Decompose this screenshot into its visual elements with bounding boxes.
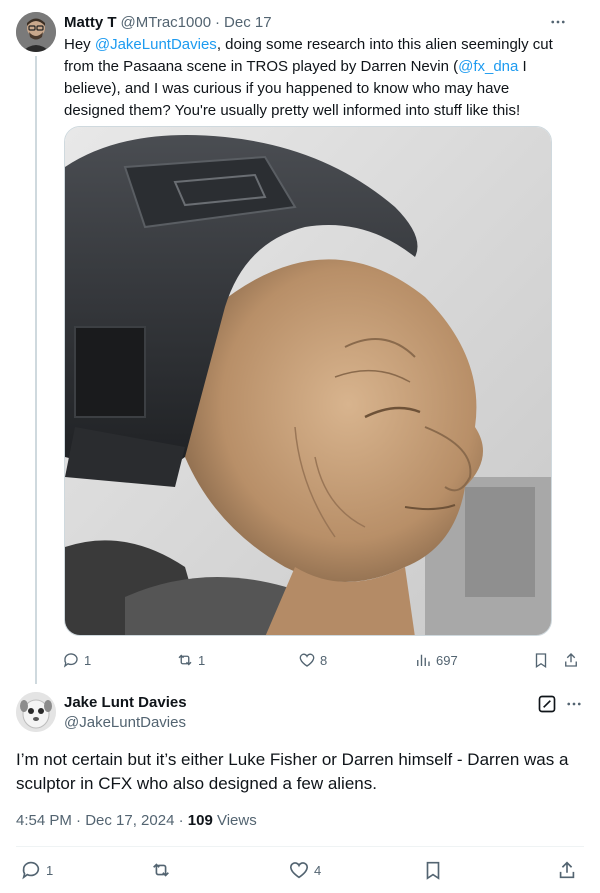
share-button[interactable] [562, 648, 580, 672]
tweet-timestamp[interactable]: 4:54 PM · Dec 17, 2024 · [16, 812, 188, 829]
author-handle[interactable]: @MTrac1000 [121, 14, 212, 31]
more-icon[interactable] [548, 12, 568, 32]
repost-icon [153, 863, 169, 877]
like-button[interactable]: 8 [298, 648, 327, 672]
tweet-action-bar: 1 4 [16, 858, 584, 884]
divider [16, 846, 584, 847]
share-icon [559, 861, 575, 879]
like-icon [289, 862, 309, 879]
reply-icon [63, 653, 78, 668]
views-button[interactable]: 697 [414, 648, 458, 672]
share-button[interactable] [556, 858, 578, 882]
reply-icon [22, 861, 40, 880]
grok-icon[interactable] [537, 694, 557, 714]
mention-link[interactable]: @fx_dna [458, 58, 518, 75]
tweet-photo[interactable] [64, 126, 552, 636]
thread-connector-line [35, 56, 37, 684]
avatar[interactable] [16, 12, 56, 52]
tweet-header: Matty T @MTrac1000 · Dec 17 [64, 12, 584, 32]
tweet-text: Hey @JakeLuntDavies, doing some research… [64, 34, 564, 122]
bookmark-button[interactable] [532, 648, 550, 672]
bookmark-button[interactable] [422, 858, 444, 882]
like-count: 4 [314, 862, 322, 878]
views-count: 109 [187, 812, 213, 829]
more-icon[interactable] [564, 694, 584, 714]
repost-button[interactable]: 1 [176, 648, 205, 672]
share-icon [565, 653, 577, 667]
repost-count: 1 [198, 652, 206, 668]
author-name[interactable]: Matty T [64, 14, 117, 31]
tweet-text-part: Hey [64, 36, 95, 53]
repost-icon [178, 654, 192, 666]
separator-dot: · [215, 13, 221, 31]
views-label: Views [212, 812, 257, 829]
bookmark-icon [426, 861, 440, 880]
views-count: 697 [436, 652, 458, 668]
tweet-meta: 4:54 PM · Dec 17, 2024 · 109 Views [16, 812, 257, 829]
tweet-action-bar: 1 1 8 697 [56, 648, 586, 672]
author-handle[interactable]: @JakeLuntDavies [64, 714, 186, 731]
bookmark-icon [535, 653, 547, 669]
mention-link[interactable]: @JakeLuntDavies [95, 36, 217, 53]
reply-count: 1 [46, 862, 54, 878]
tweet-date[interactable]: Dec 17 [224, 14, 272, 31]
reply-count: 1 [84, 652, 92, 668]
reply-button[interactable]: 1 [62, 648, 91, 672]
author-name[interactable]: Jake Lunt Davies [64, 694, 187, 711]
repost-button[interactable] [150, 858, 172, 882]
reply-button[interactable]: 1 [20, 858, 53, 882]
like-button[interactable]: 4 [288, 858, 321, 882]
views-icon [417, 654, 430, 666]
avatar[interactable] [16, 692, 56, 732]
like-icon [299, 653, 315, 667]
tweet-text: I’m not certain but it’s either Luke Fis… [16, 750, 569, 793]
like-count: 8 [320, 652, 328, 668]
